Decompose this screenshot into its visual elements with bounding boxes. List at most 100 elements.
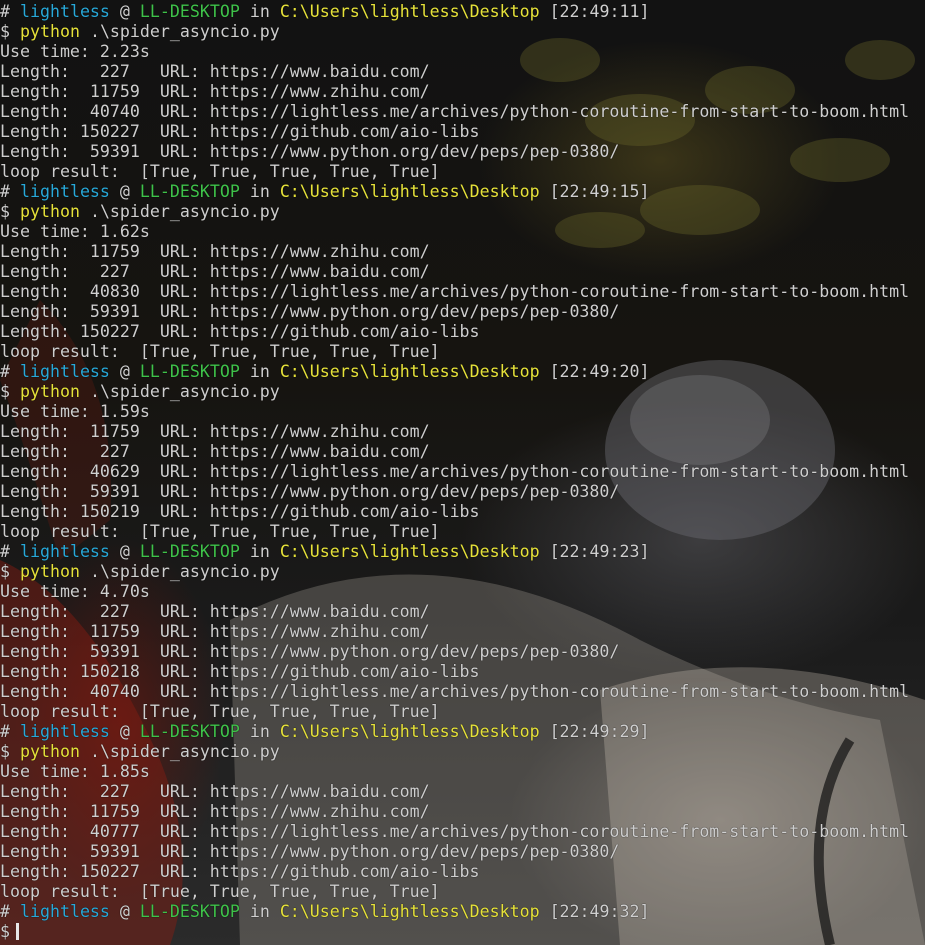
- prompt-user: lightless: [20, 902, 110, 921]
- prompt-line: # lightless @ LL-DESKTOP in C:\Users\lig…: [0, 2, 909, 22]
- loop-result-line: loop result: [True, True, True, True, Tr…: [0, 522, 440, 541]
- prompt-host: LL-DESKTOP: [139, 182, 240, 201]
- result-line: Length: 59391 URL: https://www.python.or…: [0, 842, 620, 861]
- result-line: Length: 59391 URL: https://www.python.or…: [0, 302, 620, 321]
- result-line: Length: 227 URL: https://www.baidu.com/: [0, 262, 430, 281]
- prompt-path: C:\Users\lightless\Desktop: [279, 362, 540, 381]
- prompt-path: C:\Users\lightless\Desktop: [279, 2, 540, 21]
- prompt-in: in: [249, 542, 270, 561]
- prompt-at: @: [119, 182, 130, 201]
- prompt-at: @: [119, 2, 130, 21]
- loop-result-line: loop result: [True, True, True, True, Tr…: [0, 342, 440, 361]
- prompt-hash: #: [0, 722, 10, 741]
- command-line: $ python .\spider_asyncio.py: [0, 382, 909, 402]
- prompt-hash: #: [0, 362, 10, 381]
- prompt-line: # lightless @ LL-DESKTOP in C:\Users\lig…: [0, 182, 909, 202]
- loop-result-line: loop result: [True, True, True, True, Tr…: [0, 162, 440, 181]
- use-time-line: Use time: 4.70s: [0, 582, 150, 601]
- result-line: Length: 59391 URL: https://www.python.or…: [0, 482, 620, 501]
- text-cursor: [16, 923, 19, 940]
- result-line: Length: 11759 URL: https://www.zhihu.com…: [0, 622, 430, 641]
- command-line: $ python .\spider_asyncio.py: [0, 742, 909, 762]
- result-line: Length: 150218 URL: https://github.com/a…: [0, 662, 480, 681]
- prompt-user: lightless: [20, 542, 110, 561]
- command-dollar: $: [0, 562, 10, 581]
- result-line: Length: 227 URL: https://www.baidu.com/: [0, 602, 430, 621]
- prompt-line: # lightless @ LL-DESKTOP in C:\Users\lig…: [0, 542, 909, 562]
- terminal-window[interactable]: # lightless @ LL-DESKTOP in C:\Users\lig…: [0, 0, 925, 945]
- prompt-path: C:\Users\lightless\Desktop: [279, 902, 540, 921]
- prompt-at: @: [119, 542, 130, 561]
- result-line: Length: 227 URL: https://www.baidu.com/: [0, 442, 430, 461]
- prompt-time: [22:49:20]: [549, 362, 650, 381]
- loop-result-line: loop result: [True, True, True, True, Tr…: [0, 882, 440, 901]
- result-line: Length: 40830 URL: https://lightless.me/…: [0, 282, 910, 301]
- command-name: python: [20, 382, 80, 401]
- prompt-hash: #: [0, 542, 10, 561]
- loop-result-line: loop result: [True, True, True, True, Tr…: [0, 702, 440, 721]
- command-line: $ python .\spider_asyncio.py: [0, 562, 909, 582]
- prompt-at: @: [119, 362, 130, 381]
- command-args: .\spider_asyncio.py: [89, 382, 280, 401]
- command-name: python: [20, 202, 80, 221]
- prompt-user: lightless: [20, 722, 110, 741]
- prompt-time: [22:49:23]: [549, 542, 650, 561]
- result-line: Length: 11759 URL: https://www.zhihu.com…: [0, 82, 430, 101]
- use-time-line: Use time: 2.23s: [0, 42, 150, 61]
- prompt-in: in: [249, 902, 270, 921]
- prompt-line: # lightless @ LL-DESKTOP in C:\Users\lig…: [0, 362, 909, 382]
- result-line: Length: 227 URL: https://www.baidu.com/: [0, 62, 430, 81]
- prompt-hash: #: [0, 902, 10, 921]
- result-line: Length: 150227 URL: https://github.com/a…: [0, 322, 480, 341]
- result-line: Length: 150227 URL: https://github.com/a…: [0, 122, 480, 141]
- command-name: python: [20, 562, 80, 581]
- prompt-user: lightless: [20, 182, 110, 201]
- command-args: .\spider_asyncio.py: [89, 22, 280, 41]
- use-time-line: Use time: 1.59s: [0, 402, 150, 421]
- terminal-output: # lightless @ LL-DESKTOP in C:\Users\lig…: [0, 2, 909, 942]
- prompt-host: LL-DESKTOP: [139, 2, 240, 21]
- prompt-time: [22:49:32]: [549, 902, 650, 921]
- command-line: $ python .\spider_asyncio.py: [0, 22, 909, 42]
- use-time-line: Use time: 1.62s: [0, 222, 150, 241]
- prompt-host: LL-DESKTOP: [139, 722, 240, 741]
- command-args: .\spider_asyncio.py: [89, 202, 280, 221]
- result-line: Length: 40777 URL: https://lightless.me/…: [0, 822, 910, 841]
- prompt-in: in: [249, 362, 270, 381]
- prompt-line: # lightless @ LL-DESKTOP in C:\Users\lig…: [0, 722, 909, 742]
- result-line: Length: 227 URL: https://www.baidu.com/: [0, 782, 430, 801]
- result-line: Length: 40629 URL: https://lightless.me/…: [0, 462, 910, 481]
- input-dollar: $: [0, 922, 10, 941]
- use-time-line: Use time: 1.85s: [0, 762, 150, 781]
- input-line[interactable]: $: [0, 922, 909, 942]
- prompt-path: C:\Users\lightless\Desktop: [279, 722, 540, 741]
- command-name: python: [20, 22, 80, 41]
- prompt-at: @: [119, 902, 130, 921]
- result-line: Length: 11759 URL: https://www.zhihu.com…: [0, 422, 430, 441]
- prompt-in: in: [249, 2, 270, 21]
- result-line: Length: 40740 URL: https://lightless.me/…: [0, 682, 910, 701]
- prompt-time: [22:49:15]: [549, 182, 650, 201]
- command-args: .\spider_asyncio.py: [89, 562, 280, 581]
- result-line: Length: 150219 URL: https://github.com/a…: [0, 502, 480, 521]
- prompt-time: [22:49:11]: [549, 2, 650, 21]
- prompt-hash: #: [0, 182, 10, 201]
- prompt-hash: #: [0, 2, 10, 21]
- result-line: Length: 150227 URL: https://github.com/a…: [0, 862, 480, 881]
- prompt-in: in: [249, 722, 270, 741]
- prompt-at: @: [119, 722, 130, 741]
- prompt-host: LL-DESKTOP: [139, 902, 240, 921]
- command-dollar: $: [0, 382, 10, 401]
- prompt-line: # lightless @ LL-DESKTOP in C:\Users\lig…: [0, 902, 909, 922]
- prompt-path: C:\Users\lightless\Desktop: [279, 542, 540, 561]
- command-dollar: $: [0, 202, 10, 221]
- prompt-host: LL-DESKTOP: [139, 362, 240, 381]
- command-line: $ python .\spider_asyncio.py: [0, 202, 909, 222]
- result-line: Length: 11759 URL: https://www.zhihu.com…: [0, 242, 430, 261]
- prompt-in: in: [249, 182, 270, 201]
- result-line: Length: 40740 URL: https://lightless.me/…: [0, 102, 910, 121]
- command-dollar: $: [0, 22, 10, 41]
- result-line: Length: 59391 URL: https://www.python.or…: [0, 142, 620, 161]
- prompt-path: C:\Users\lightless\Desktop: [279, 182, 540, 201]
- command-args: .\spider_asyncio.py: [89, 742, 280, 761]
